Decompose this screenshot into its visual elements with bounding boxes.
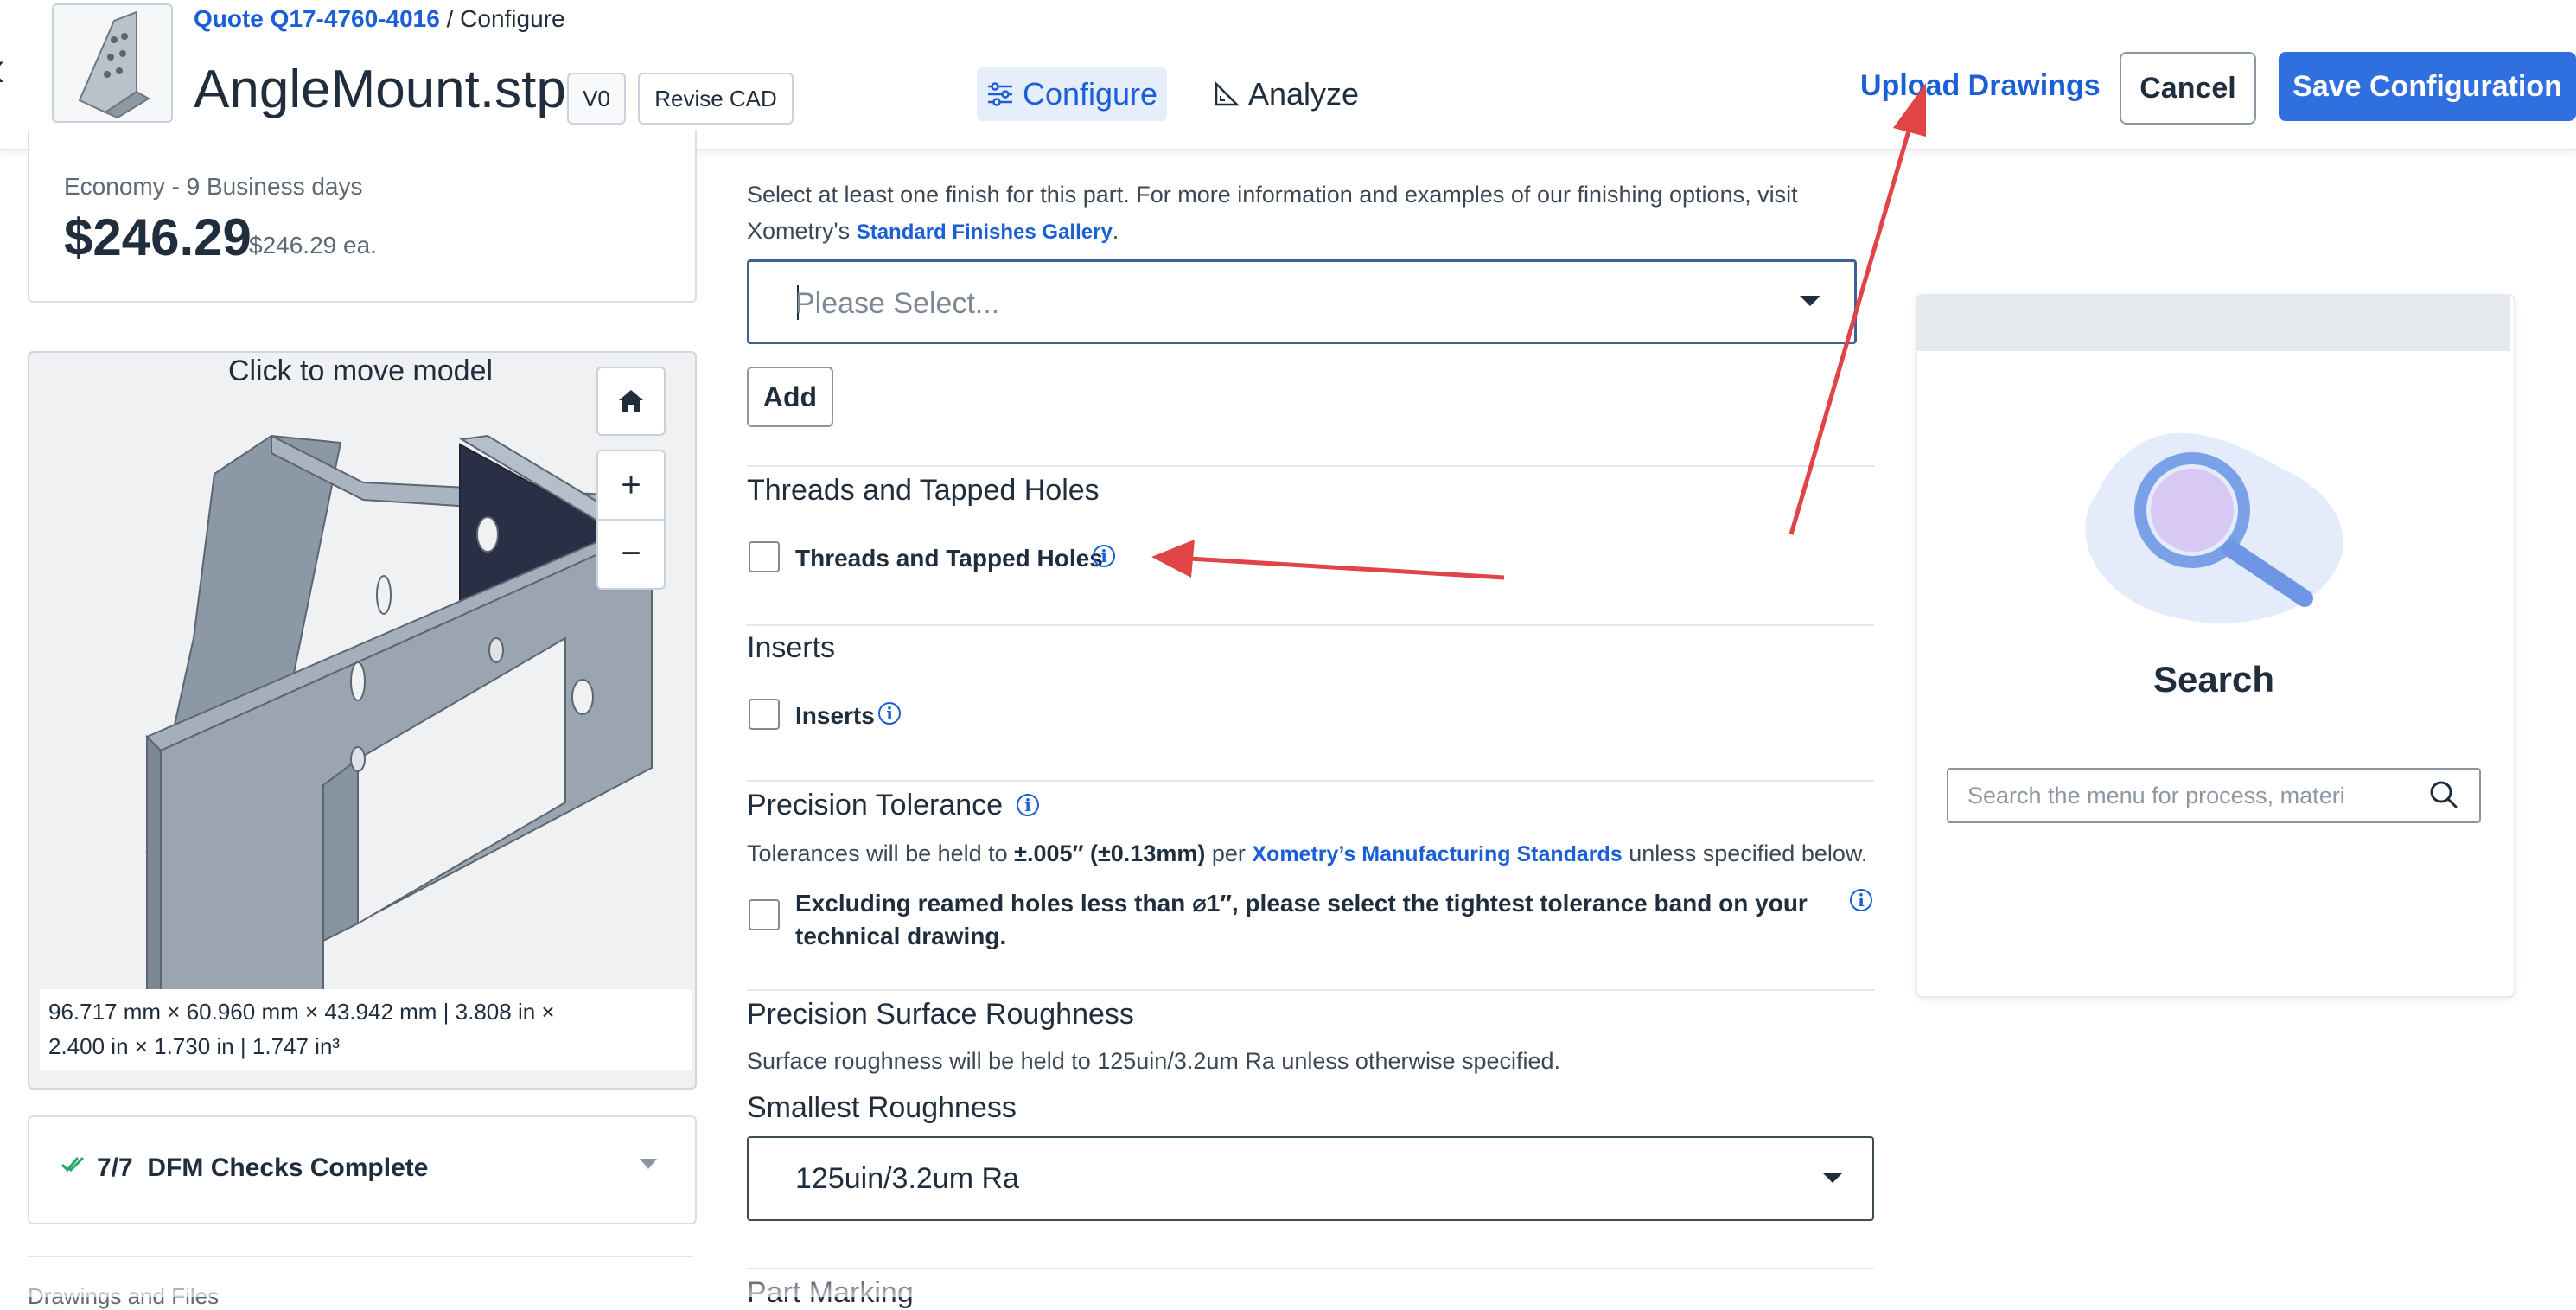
annotation-arrow-threads: [1189, 556, 1505, 580]
arrowhead: [1893, 83, 1926, 137]
annotation-arrow-upload: [1789, 106, 1918, 535]
arrowhead: [1151, 540, 1195, 578]
bottom-fade: [0, 1271, 2576, 1297]
annotation-arrows: [1151, 83, 1926, 580]
